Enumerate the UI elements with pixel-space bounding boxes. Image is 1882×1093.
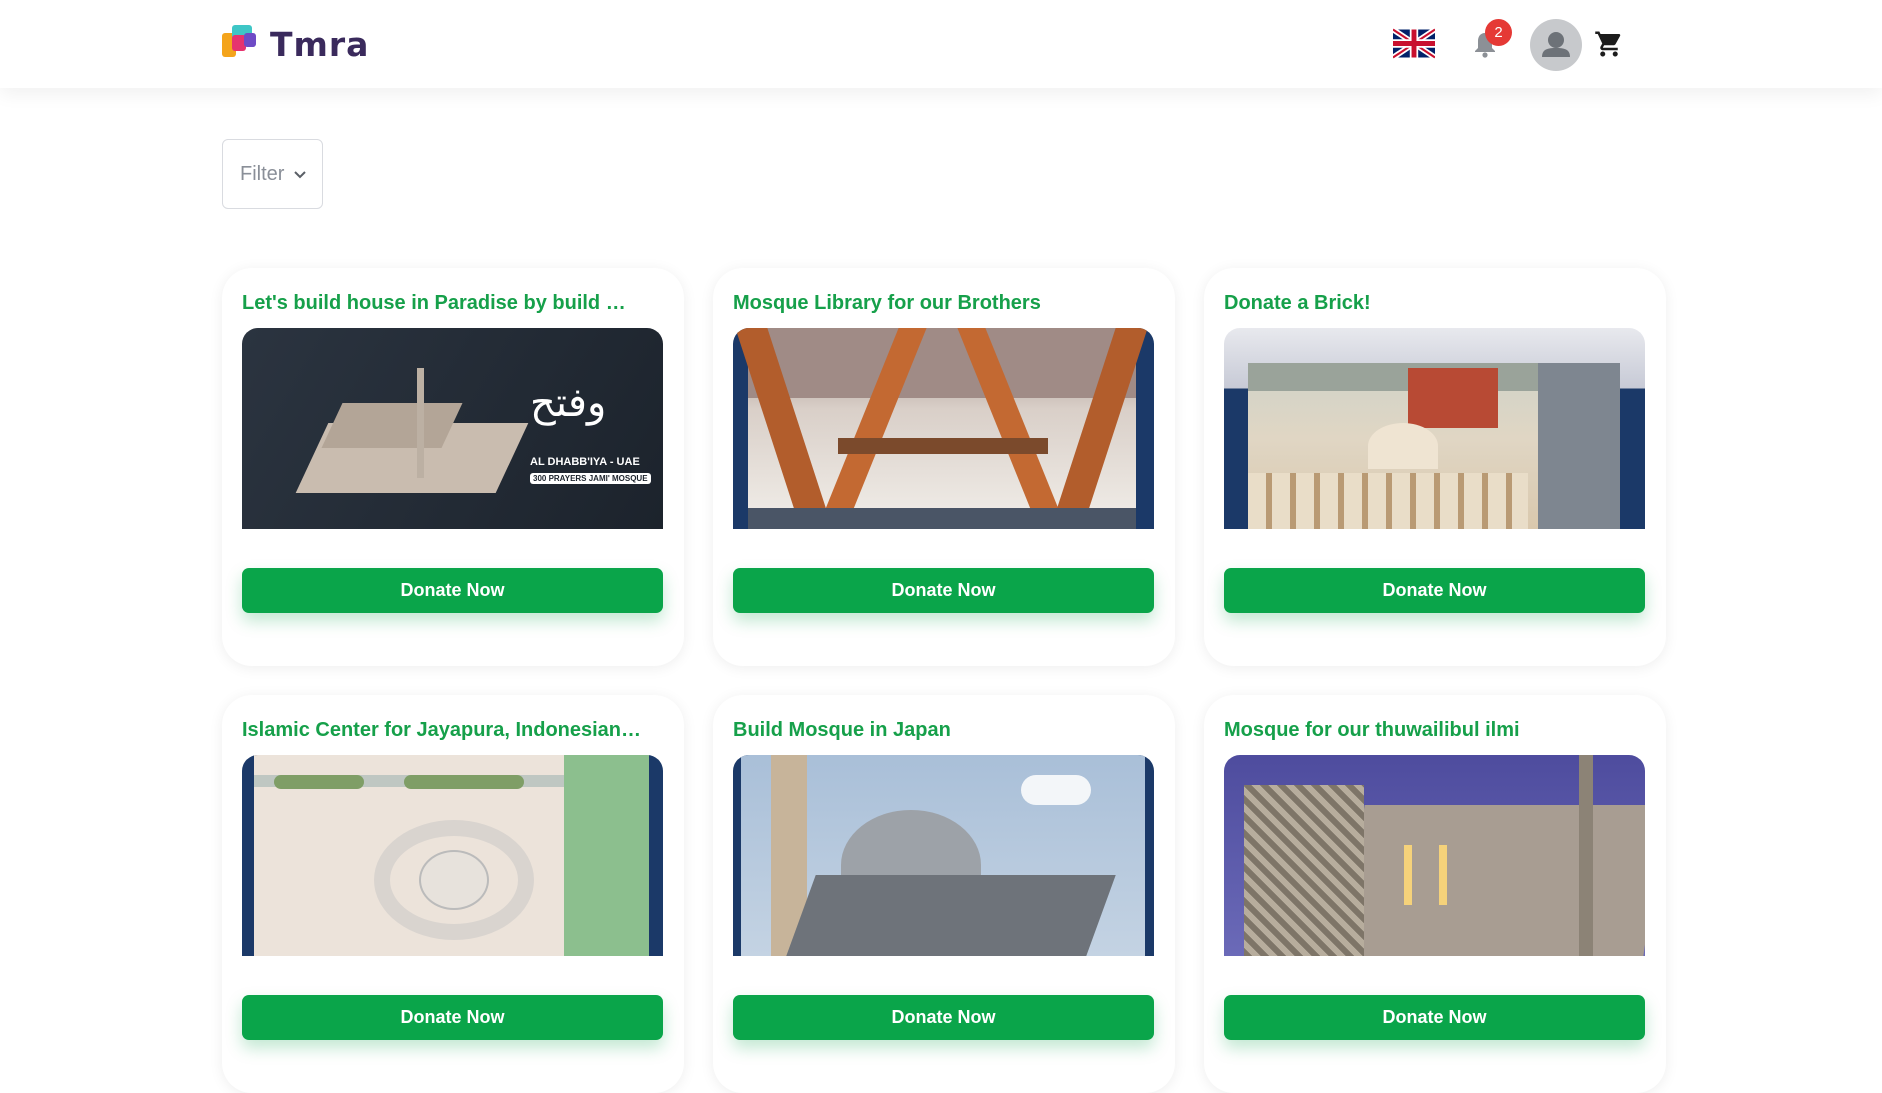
filter-dropdown[interactable]: Filter bbox=[222, 139, 323, 209]
donate-now-button[interactable]: Donate Now bbox=[242, 568, 663, 613]
card-image[interactable]: وفتح AL DHABB'IYA - UAE 300 PRAYERS JAMI… bbox=[242, 328, 663, 529]
card-title[interactable]: Mosque for our thuwailibul ilmi bbox=[1224, 719, 1624, 742]
user-avatar-icon[interactable] bbox=[1530, 19, 1582, 71]
image-caption-line1: AL DHABB'IYA - UAE bbox=[530, 456, 640, 468]
chevron-down-icon bbox=[294, 171, 307, 179]
card-image[interactable] bbox=[1224, 328, 1645, 529]
campaign-card[interactable]: Islamic Center for Jayapura, Indonesian … bbox=[222, 695, 684, 1093]
card-title[interactable]: Mosque Library for our Brothers bbox=[733, 292, 1133, 315]
donate-now-button[interactable]: Donate Now bbox=[733, 995, 1154, 1040]
card-image[interactable] bbox=[242, 755, 663, 956]
donate-now-button[interactable]: Donate Now bbox=[242, 995, 663, 1040]
campaign-card[interactable]: Mosque for our thuwailibul ilmi Donate N… bbox=[1204, 695, 1666, 1093]
card-image[interactable] bbox=[1224, 755, 1645, 956]
donate-now-button[interactable]: Donate Now bbox=[733, 568, 1154, 613]
card-title[interactable]: Build Mosque in Japan bbox=[733, 719, 1133, 742]
uk-flag-icon[interactable] bbox=[1393, 28, 1435, 59]
campaign-card[interactable]: Build Mosque in Japan Donate Now bbox=[713, 695, 1175, 1093]
card-image[interactable] bbox=[733, 755, 1154, 956]
brand-logo[interactable]: Tmra bbox=[222, 24, 369, 64]
card-title[interactable]: Donate a Brick! bbox=[1224, 292, 1624, 315]
campaign-card[interactable]: Let's build house in Paradise by build M… bbox=[222, 268, 684, 666]
cart-icon[interactable] bbox=[1594, 29, 1624, 59]
campaign-card[interactable]: Donate a Brick! Donate Now bbox=[1204, 268, 1666, 666]
image-caption-line2: 300 PRAYERS JAMI' MOSQUE bbox=[530, 473, 651, 484]
filter-label: Filter bbox=[240, 162, 285, 185]
campaign-card[interactable]: Mosque Library for our Brothers Donate N… bbox=[713, 268, 1175, 666]
notification-badge: 2 bbox=[1485, 19, 1512, 46]
card-image[interactable] bbox=[733, 328, 1154, 529]
card-title[interactable]: Islamic Center for Jayapura, Indonesian … bbox=[242, 719, 642, 742]
card-title[interactable]: Let's build house in Paradise by build M… bbox=[242, 292, 642, 315]
top-header: Tmra 2 bbox=[0, 0, 1882, 88]
donate-now-button[interactable]: Donate Now bbox=[1224, 568, 1645, 613]
brand-name: Tmra bbox=[270, 24, 370, 64]
logo-mark-icon bbox=[222, 25, 260, 63]
donate-now-button[interactable]: Donate Now bbox=[1224, 995, 1645, 1040]
